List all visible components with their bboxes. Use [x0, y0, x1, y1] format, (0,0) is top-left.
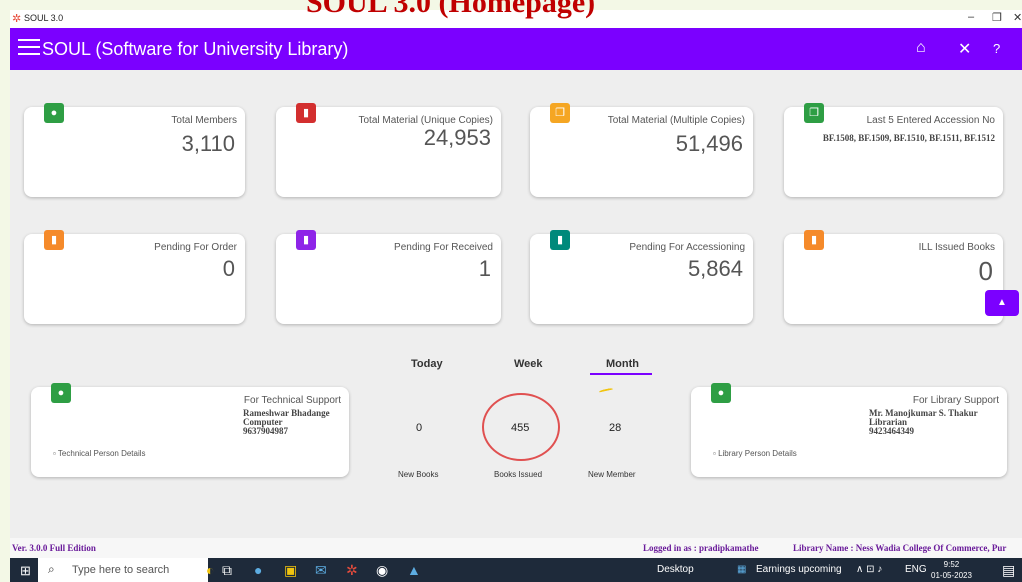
document-icon: ▮	[296, 103, 316, 123]
soul-taskbar-icon[interactable]: ✲	[346, 562, 358, 579]
stat-new-member: 28	[609, 422, 622, 434]
bookmark-icon: ▮	[804, 230, 824, 250]
card-label: Total Material (Multiple Copies)	[607, 115, 745, 126]
card-last-accession[interactable]: ❐ Last 5 Entered Accession No BF.1508, B…	[784, 103, 1003, 197]
person-icon: ●	[51, 383, 71, 403]
support-title: For Library Support	[912, 395, 999, 406]
support-contact: Mr. Manojkumar S. Thakur Librarian 94234…	[869, 409, 978, 436]
tab-today[interactable]: Today	[411, 358, 443, 370]
taskbar-search-input[interactable]: ⌕ Type here to search	[38, 558, 208, 582]
support-title: For Technical Support	[243, 395, 341, 406]
copy-icon: ❐	[550, 103, 570, 123]
stat-new-books: 0	[416, 422, 423, 434]
bookmark-icon: ▮	[550, 230, 570, 250]
app-bar: SOUL (Software for University Library) ⌂…	[10, 28, 1022, 70]
logged-in-text: Logged in as : pradipkamathe	[643, 543, 759, 553]
card-value: 5,864	[687, 256, 743, 281]
status-bar: Ver. 3.0.0 Full Edition Logged in as : p…	[10, 538, 1022, 558]
label-books-issued: Books Issued	[494, 470, 543, 479]
system-tray-icons[interactable]: ∧ ⊡ ♪	[856, 564, 882, 575]
person-icon: ●	[44, 103, 64, 123]
card-value: 0	[978, 256, 993, 286]
home-icon[interactable]: ⌂	[916, 39, 926, 57]
window-title: SOUL 3.0	[24, 13, 64, 23]
card-ill-issued[interactable]: ▮ ILL Issued Books 0	[784, 230, 1003, 324]
card-label: Pending For Order	[154, 242, 237, 253]
support-phone: 9637904987	[243, 426, 288, 436]
accession-list: BF.1508, BF.1509, BF.1510, BF.1511, BF.1…	[822, 133, 995, 143]
soul-logo-icon: ✲	[12, 13, 22, 25]
maximize-button[interactable]: ❐	[992, 11, 1002, 24]
page-caption: SOUL 3.0 (Homepage)	[306, 0, 596, 19]
card-technical-support: ● For Technical Support Rameshwar Bhadan…	[31, 383, 349, 477]
tab-month[interactable]: Month	[606, 358, 639, 370]
cortana-icon[interactable]: ◐	[206, 562, 214, 578]
minimize-button[interactable]: –	[968, 11, 974, 23]
label-new-books: New Books	[398, 470, 439, 479]
support-phone: 9423464349	[869, 426, 914, 436]
person-icon: ●	[711, 383, 731, 403]
bookmark-icon: ▮	[296, 230, 316, 250]
photos-icon[interactable]: ▲	[407, 562, 421, 578]
task-view-icon[interactable]: ⧉	[222, 562, 232, 579]
windows-taskbar: ⊞ ⌕ Type here to search ◐ ⧉ ● ▣ ✉ ✲ ◉ ▲ …	[10, 558, 1022, 582]
library-name-text: Library Name : Ness Wadia College Of Com…	[793, 543, 1007, 553]
help-icon[interactable]: ?	[993, 41, 1000, 56]
support-contact: Rameshwar Bhadange Computer 9637904987	[243, 409, 330, 436]
link-label: Technical Person Details	[57, 449, 146, 458]
taskbar-clock[interactable]: 9:52 01-05-2023	[931, 559, 972, 581]
hamburger-menu-icon[interactable]	[18, 39, 40, 57]
card-library-support: ● For Library Support Mr. Manojkumar S. …	[691, 383, 1007, 477]
card-pending-accessioning[interactable]: ▮ Pending For Accessioning 5,864	[530, 230, 753, 324]
version-text: Ver. 3.0.0 Full Edition	[12, 543, 96, 553]
clock-date: 01-05-2023	[931, 571, 972, 580]
card-value: 3,110	[181, 131, 235, 156]
close-icon[interactable]: ✕	[958, 39, 971, 59]
card-label: ILL Issued Books	[918, 242, 995, 253]
copy-icon: ❐	[804, 103, 824, 123]
technical-person-details-link[interactable]: ▫ Technical Person Details	[53, 449, 146, 458]
desktop-toolbar[interactable]: Desktop	[657, 564, 694, 575]
search-icon: ⌕	[48, 562, 55, 576]
link-label: Library Person Details	[718, 449, 797, 458]
card-unique-copies[interactable]: ▮ Total Material (Unique Copies) 24,953	[276, 103, 501, 197]
card-value: 1	[478, 256, 491, 281]
card-value: 24,953	[423, 125, 491, 150]
card-label: Pending For Accessioning	[629, 242, 745, 253]
news-widget[interactable]: Earnings upcoming	[756, 564, 842, 575]
label-new-member: New Member	[588, 470, 636, 479]
card-label: Last 5 Entered Accession No	[866, 115, 995, 126]
active-tab-indicator	[590, 373, 652, 375]
library-person-details-link[interactable]: ▫ Library Person Details	[713, 449, 797, 458]
app-icon[interactable]: ◉	[376, 562, 388, 579]
close-window-button[interactable]: ✕	[1013, 11, 1022, 24]
edge-icon[interactable]: ●	[254, 562, 262, 578]
clock-time: 9:52	[943, 560, 960, 569]
search-placeholder: Type here to search	[72, 564, 170, 576]
windows-start-icon[interactable]: ⊞	[20, 563, 31, 579]
card-pending-order[interactable]: ▮ Pending For Order 0	[24, 230, 245, 324]
language-indicator[interactable]: ENG	[905, 564, 927, 575]
card-label: Pending For Received	[394, 242, 493, 253]
tab-week[interactable]: Week	[514, 358, 543, 370]
scroll-to-top-button[interactable]: ▲	[985, 290, 1019, 316]
card-multiple-copies[interactable]: ❐ Total Material (Multiple Copies) 51,49…	[530, 103, 753, 197]
app-title: SOUL (Software for University Library)	[42, 39, 349, 59]
notification-icon[interactable]: ▤	[1002, 562, 1015, 579]
news-icon[interactable]: ▦	[737, 564, 746, 575]
card-value: 0	[222, 256, 235, 281]
bookmark-icon: ▮	[44, 230, 64, 250]
file-explorer-icon[interactable]: ▣	[284, 562, 297, 579]
card-label: Total Members	[171, 115, 237, 126]
card-value: 51,496	[675, 131, 743, 156]
mail-icon[interactable]: ✉	[315, 562, 327, 579]
card-total-members[interactable]: ● Total Members 3,110	[24, 103, 245, 197]
stat-books-issued: 455	[511, 422, 530, 434]
card-pending-received[interactable]: ▮ Pending For Received 1	[276, 230, 501, 324]
